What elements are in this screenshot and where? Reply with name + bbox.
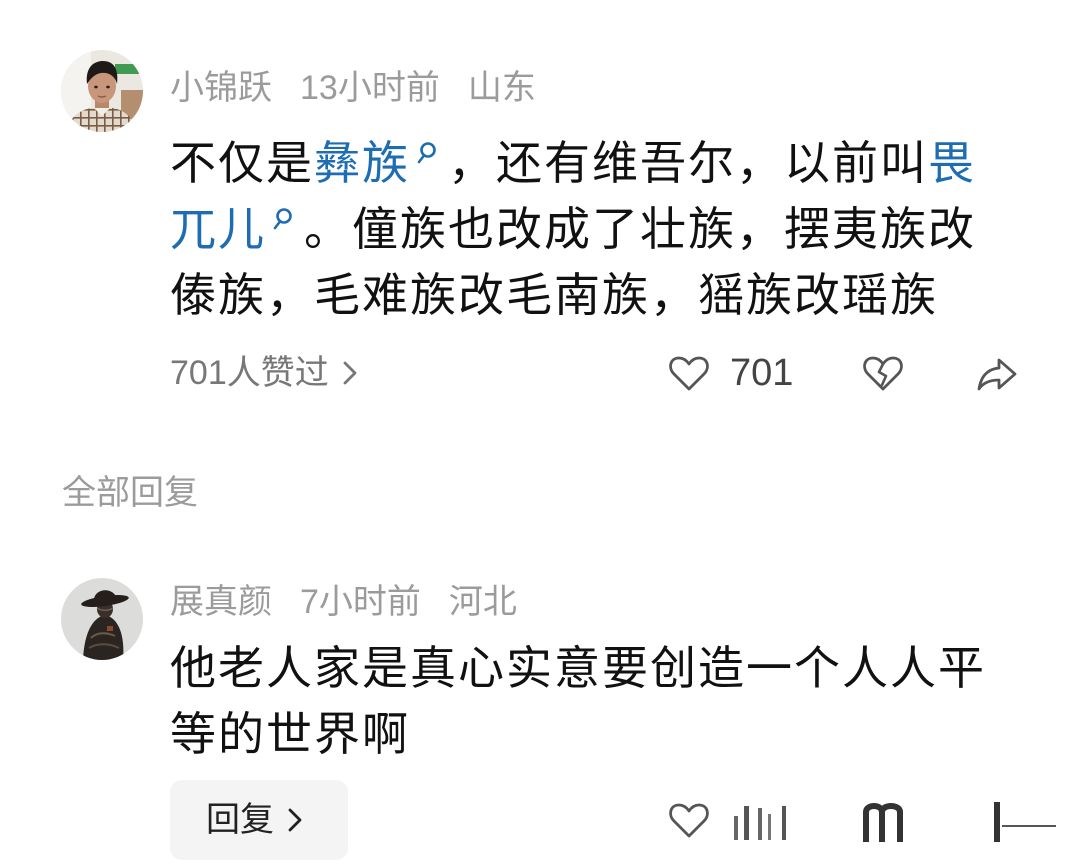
likers-summary-label[interactable]: 701人赞过 (170, 351, 329, 395)
comment-author-avatar[interactable] (61, 50, 143, 132)
heart-icon[interactable] (668, 354, 710, 392)
chevron-right-icon (288, 808, 302, 832)
comment-text-segment: 不仅是 (170, 137, 314, 189)
reply-time: 7小时前 (300, 583, 421, 621)
comment-author-name[interactable]: 小锦跃 (170, 66, 272, 110)
comment-text-segment: ，还有维吾尔，以前叫 (448, 137, 928, 189)
broken-heart-icon-fragment (863, 803, 903, 842)
share-icon-fragment (994, 802, 1056, 842)
man-photo-avatar (61, 50, 143, 132)
reply-text-body: 他老人家是真心实意要创造一个人人平等的世界啊 (170, 642, 986, 760)
reply-author-name[interactable]: 展真颜 (170, 580, 272, 624)
comment-location: 山东 (467, 69, 536, 107)
all-replies-heading: 全部回复 (62, 474, 198, 512)
cowboy-figure-avatar (61, 578, 143, 660)
share-icon[interactable] (975, 354, 1019, 394)
search-icon[interactable] (270, 207, 294, 235)
chevron-right-icon (343, 361, 357, 385)
like-count-fragment (734, 806, 786, 840)
broken-heart-icon[interactable] (862, 354, 904, 392)
like-count: 701 (730, 352, 794, 394)
reply-button-label[interactable]: 回复 (206, 782, 274, 858)
topic-link-yizu[interactable]: 彝族 (314, 137, 448, 189)
comment-meta: 小锦跃 13小时前 山东 (170, 66, 536, 110)
reply-button[interactable]: 回复 (170, 780, 348, 860)
heart-icon[interactable] (668, 801, 710, 839)
reply-text: 他老人家是真心实意要创造一个人人平等的世界啊 (170, 635, 1000, 767)
reply-author-avatar[interactable] (61, 578, 143, 660)
reply-location: 河北 (448, 583, 517, 621)
comment-time: 13小时前 (300, 69, 440, 107)
reply-meta: 展真颜 7小时前 河北 (170, 580, 517, 624)
search-icon[interactable] (414, 141, 438, 169)
topic-link-label[interactable]: 彝族 (314, 137, 410, 189)
likers-summary-link[interactable]: 701人赞过 (170, 351, 357, 395)
comment-text: 不仅是彝族 ，还有维吾尔，以前叫畏兀儿 。僮族也改成了壮族，摆夷族改傣族，毛难族改毛… (170, 130, 1000, 328)
